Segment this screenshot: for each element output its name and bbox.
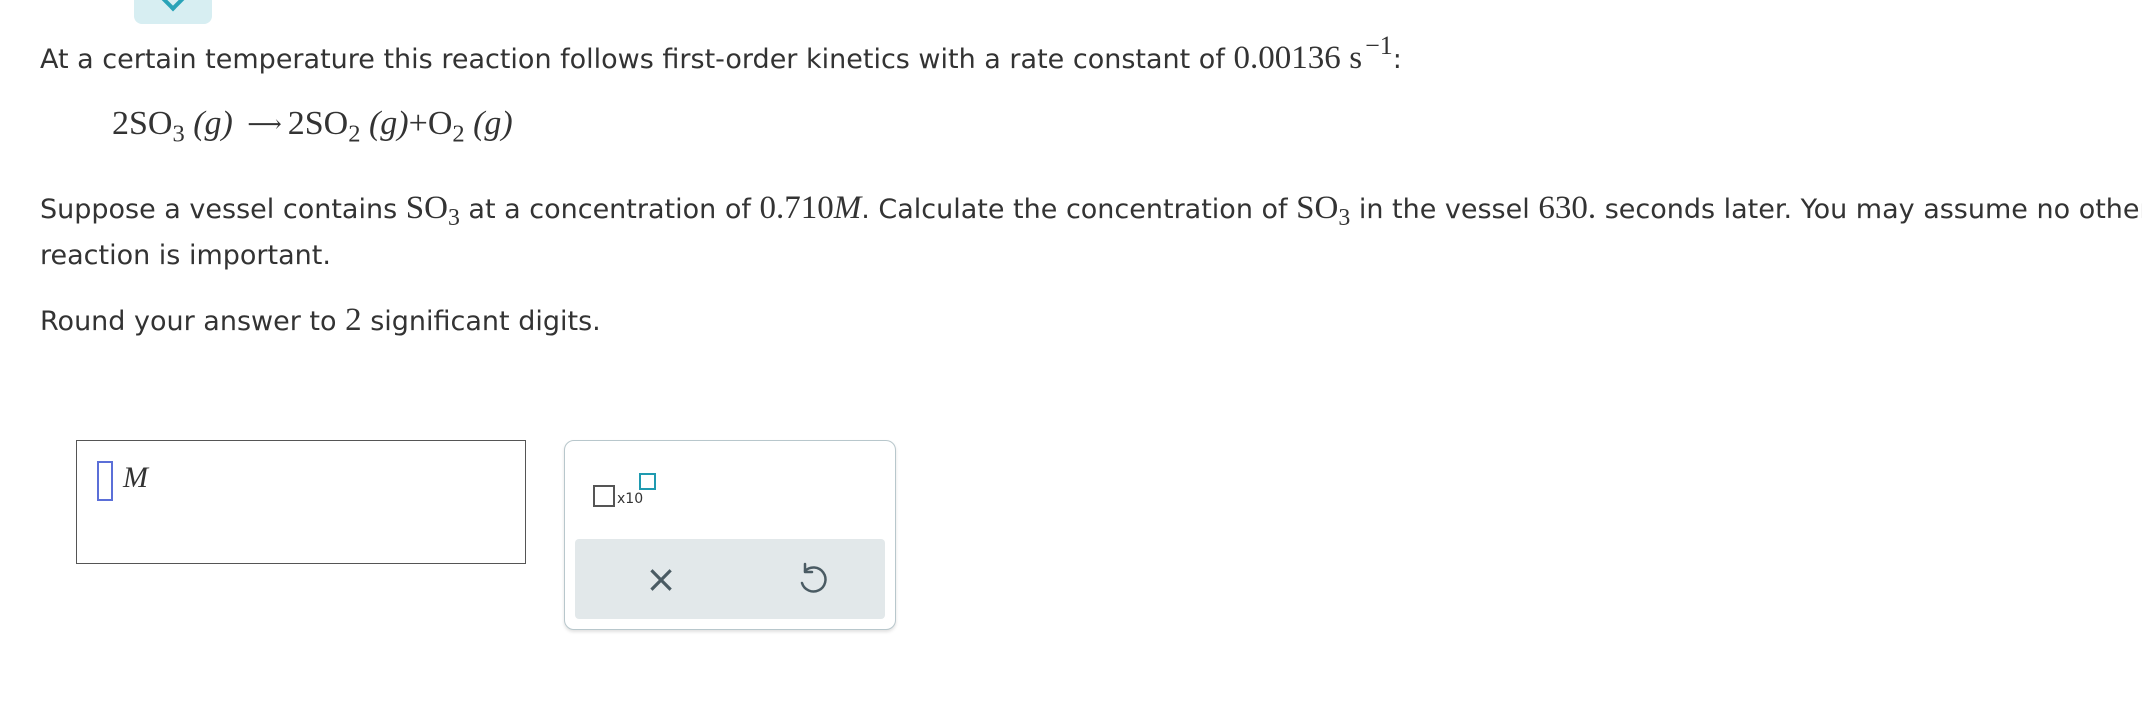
initial-concentration: 0.710M <box>759 190 862 226</box>
clear-button[interactable]: × <box>639 557 683 601</box>
exponent-box-icon <box>639 473 656 490</box>
rate-unit: s <box>1349 40 1363 76</box>
intro-sentence: At a certain temperature this reaction f… <box>40 31 1402 76</box>
mantissa-box-icon <box>593 485 615 507</box>
problem-statement: Suppose a vessel contains SO3 at a conce… <box>40 190 2142 232</box>
scientific-notation-button[interactable]: x10 <box>593 473 657 509</box>
elapsed-time: 630. <box>1538 190 1597 226</box>
collapse-toggle[interactable] <box>134 0 212 24</box>
question-page: At a certain temperature this reaction f… <box>0 0 2142 714</box>
x10-label: x10 <box>617 491 644 507</box>
species-so3: SO3 <box>1296 190 1351 232</box>
rounding-instruction: Round your answer to 2 significant digit… <box>40 302 601 338</box>
problem-statement-cont: reaction is important. <box>40 240 331 271</box>
answer-input[interactable]: M <box>76 440 526 564</box>
reaction-arrow-icon: ⟶ <box>247 112 282 138</box>
math-toolbar: x10 × <box>564 440 896 630</box>
sig-digits: 2 <box>345 302 362 338</box>
rate-unit-exponent: −1 <box>1365 31 1393 60</box>
undo-button[interactable] <box>793 559 833 599</box>
undo-icon <box>800 562 827 593</box>
action-bar: × <box>575 539 885 619</box>
input-cursor-box[interactable] <box>97 461 113 501</box>
reaction-equation: 2SO3 (g) ⟶ 2SO2 (g)+O2 (g) <box>112 105 513 148</box>
chevron-down-icon <box>161 0 185 12</box>
species-so3: SO3 <box>405 190 460 232</box>
answer-unit: M <box>123 461 148 494</box>
rate-constant: 0.00136 <box>1233 40 1341 76</box>
